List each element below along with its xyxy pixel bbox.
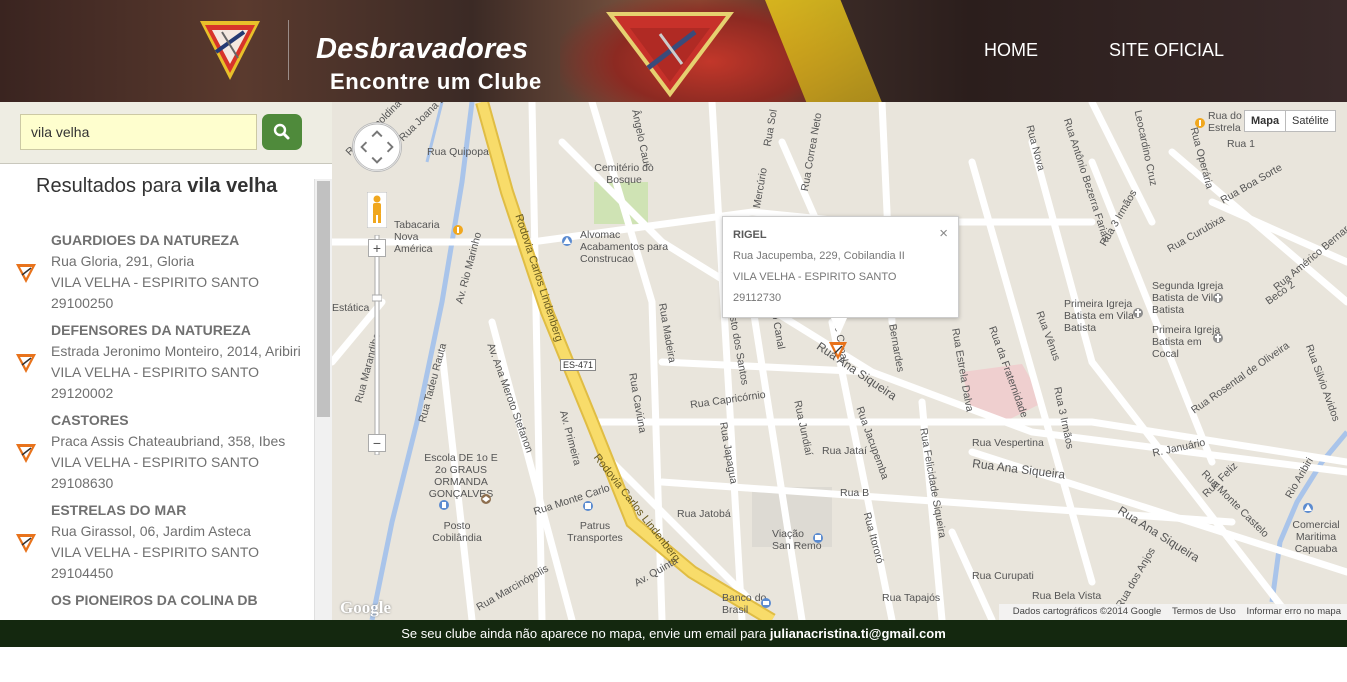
club-cep: 29108630 xyxy=(51,475,114,491)
page-footer: Se seu clube ainda não aparece no mapa, … xyxy=(0,620,1347,647)
map-label: Tabacaria Nova América xyxy=(394,219,440,255)
site-header: Desbravadores Encontre um Clube HOME SIT… xyxy=(0,0,1347,102)
brand-title: Desbravadores xyxy=(316,33,529,65)
club-address: Estrada Jeronimo Monteiro, 2014, Aribiri xyxy=(51,343,301,359)
map-label: Rua Tapajós xyxy=(882,592,941,604)
search-icon xyxy=(273,123,290,140)
zoom-in-button[interactable]: + xyxy=(368,239,386,257)
poi-transport-icon xyxy=(583,501,593,511)
info-close-button[interactable]: × xyxy=(939,225,948,242)
club-cep: 29100250 xyxy=(51,295,114,311)
street-view-pegman-icon[interactable] xyxy=(367,192,387,228)
map-data-credit: Dados cartográficos ©2014 Google xyxy=(1012,606,1162,617)
pathfinder-patch-image xyxy=(606,12,734,98)
poi-church-icon xyxy=(1213,293,1223,303)
nav-official-site-link[interactable]: SITE OFICIAL xyxy=(1109,40,1224,61)
map-label: Rua Vespertina xyxy=(972,437,1044,449)
footer-email-link[interactable]: julianacristina.ti@gmail.com xyxy=(770,626,946,641)
club-address: Rua Gloria, 291, Gloria xyxy=(51,253,195,269)
poi-church-icon xyxy=(1213,333,1223,343)
marker-info-window: RIGEL Rua Jacupemba, 229, Cobilandia II … xyxy=(722,216,959,336)
info-club-name: RIGEL xyxy=(733,229,767,241)
poi-store-icon xyxy=(562,236,572,246)
poi-bank-icon xyxy=(761,598,771,608)
club-marker-icon xyxy=(16,444,36,463)
map-attribution: Dados cartográficos ©2014 Google Termos … xyxy=(998,604,1347,620)
info-window-tail xyxy=(831,318,847,336)
club-city: VILA VELHA - ESPIRITO SANTO xyxy=(51,274,260,290)
club-city: VILA VELHA - ESPIRITO SANTO xyxy=(51,364,260,380)
zoom-slider[interactable] xyxy=(372,235,382,455)
results-scrollbar[interactable] xyxy=(314,179,332,620)
terms-link[interactable]: Termos de Uso xyxy=(1172,606,1236,617)
poi-bus-icon xyxy=(813,533,823,543)
map-label: Comercial Maritima Capuaba xyxy=(1292,519,1340,555)
scrollbar-thumb[interactable] xyxy=(317,181,330,417)
club-city: VILA VELHA - ESPIRITO SANTO xyxy=(51,454,260,470)
map-label: Rua Jatobá xyxy=(677,508,731,520)
results-prefix: Resultados para xyxy=(36,175,182,197)
report-error-link[interactable]: Informar erro no mapa xyxy=(1246,606,1341,617)
map-type-satellite-button[interactable]: Satélite xyxy=(1285,110,1336,132)
map-label: Estática xyxy=(332,302,370,314)
poi-store-icon xyxy=(1303,503,1313,513)
club-cep: 29104450 xyxy=(51,565,114,581)
club-address: Praca Assis Chateaubriand, 358, Ibes xyxy=(51,433,286,449)
map-label: Rua 1 xyxy=(1227,138,1256,150)
header-divider xyxy=(288,20,289,80)
map-label: Patrus Transportes xyxy=(567,520,623,544)
list-item[interactable]: ESTRELAS DO MAR Rua Girassol, 06, Jardim… xyxy=(0,502,314,592)
list-item[interactable]: DEFENSORES DA NATUREZA Estrada Jeronimo … xyxy=(0,322,314,412)
info-club-city: VILA VELHA - ESPIRITO SANTO xyxy=(733,271,897,283)
results-list: GUARDIOES DA NATUREZA Rua Gloria, 291, G… xyxy=(0,232,314,682)
club-marker-icon xyxy=(16,354,36,373)
club-name: ESTRELAS DO MAR xyxy=(51,502,187,518)
map-label: Rua Jataí xyxy=(822,445,867,457)
club-marker-icon xyxy=(16,534,36,553)
map-label: Rua B xyxy=(840,487,870,499)
info-club-cep: 29112730 xyxy=(733,292,782,304)
zoom-out-button[interactable]: − xyxy=(368,434,386,452)
club-map-marker-icon[interactable] xyxy=(829,341,847,361)
poi-church-icon xyxy=(1133,308,1143,318)
pathfinders-logo[interactable] xyxy=(198,18,262,82)
map-label: Rua Curupati xyxy=(972,570,1034,582)
club-name: GUARDIOES DA NATUREZA xyxy=(51,232,240,248)
poi-food-icon xyxy=(1195,118,1205,128)
map-type-map-button[interactable]: Mapa xyxy=(1244,110,1287,132)
map-label: Rua Quipopa xyxy=(427,146,489,158)
club-city: VILA VELHA - ESPIRITO SANTO xyxy=(51,544,260,560)
brand-subtitle: Encontre um Clube xyxy=(330,69,542,94)
poi-gas-icon xyxy=(439,500,449,510)
map-label: Posto Cobilândia xyxy=(432,520,482,544)
pan-control[interactable] xyxy=(352,122,402,172)
club-marker-icon xyxy=(16,264,36,283)
results-query: vila velha xyxy=(187,175,278,197)
club-name: CASTORES xyxy=(51,412,129,428)
list-item[interactable]: GUARDIOES DA NATUREZA Rua Gloria, 291, G… xyxy=(0,232,314,322)
results-sidebar: Resultados para vila velha GUARDIOES DA … xyxy=(0,102,332,620)
club-name: OS PIONEIROS DA COLINA DB xyxy=(51,592,258,608)
nav-home-link[interactable]: HOME xyxy=(984,40,1038,61)
map-label: Alvomac Acabamentos para Construcao xyxy=(580,229,669,265)
info-club-address: Rua Jacupemba, 229, Cobilandia II xyxy=(733,250,905,262)
footer-text: Se seu clube ainda não aparece no mapa, … xyxy=(401,626,767,641)
search-input[interactable] xyxy=(20,114,257,150)
club-address: Rua Girassol, 06, Jardim Asteca xyxy=(51,523,251,539)
club-name: DEFENSORES DA NATUREZA xyxy=(51,322,251,338)
list-item[interactable]: CASTORES Praca Assis Chateaubriand, 358,… xyxy=(0,412,314,502)
search-bar xyxy=(0,102,332,164)
club-cep: 29120002 xyxy=(51,385,114,401)
search-button[interactable] xyxy=(262,114,302,150)
highway-shield: ES-471 xyxy=(560,359,597,371)
poi-school-icon xyxy=(481,494,491,504)
results-heading: Resultados para vila velha xyxy=(36,175,277,198)
poi-food-icon xyxy=(453,225,463,235)
google-logo[interactable]: Google xyxy=(340,598,391,618)
map-canvas[interactable]: Rua Quipopa Cemitério do Bosque Alvomac … xyxy=(332,102,1347,620)
map-label: Rua Bela Vista xyxy=(1032,590,1102,602)
